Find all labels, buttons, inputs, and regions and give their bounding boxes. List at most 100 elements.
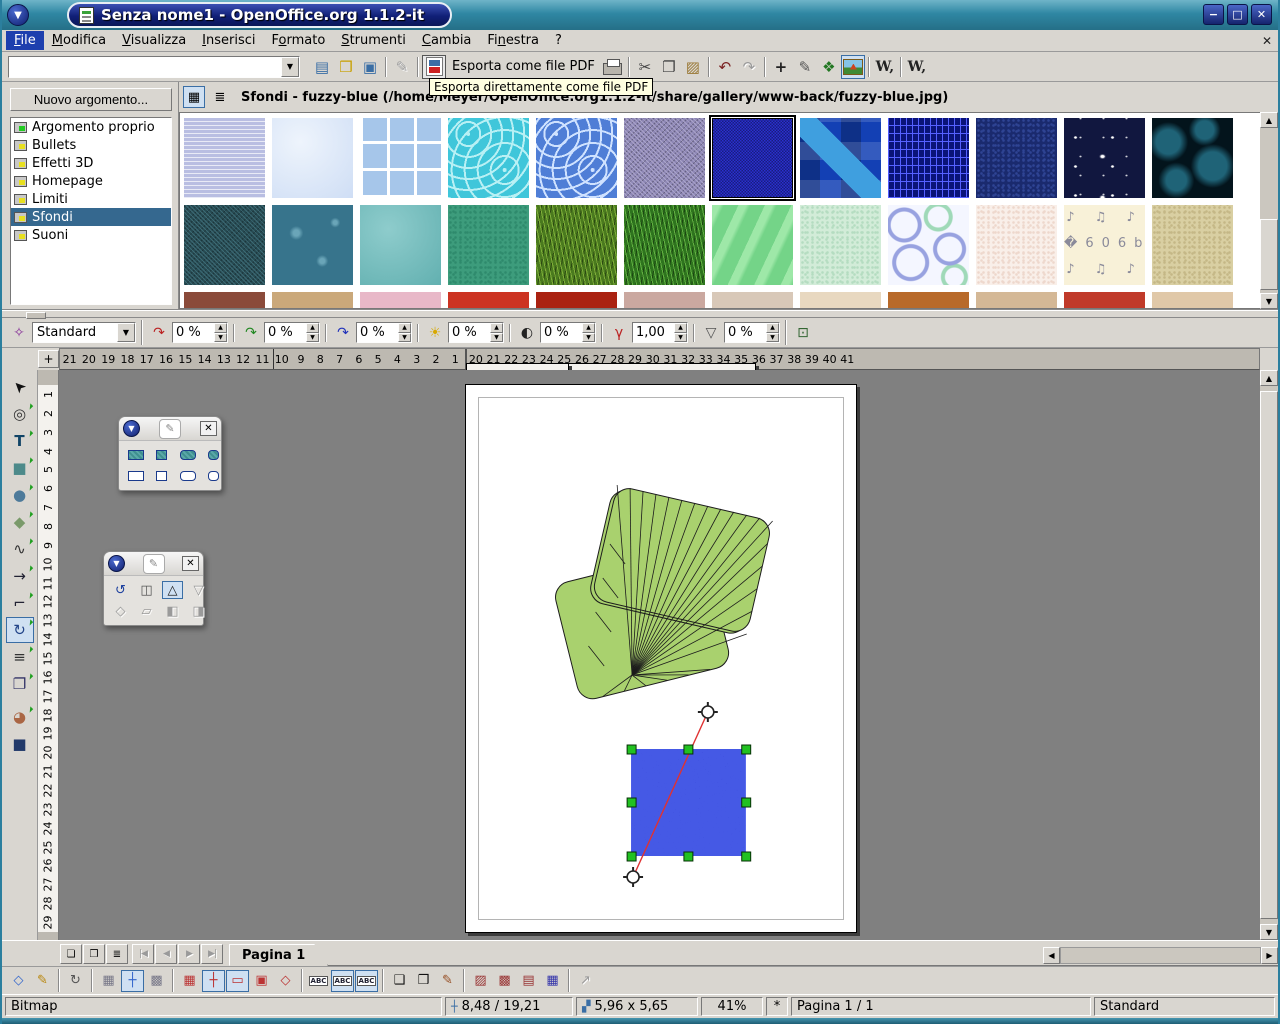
zoom-tool[interactable]: ◎ — [6, 401, 34, 427]
thumbnail-blue-blocks[interactable] — [800, 118, 881, 198]
green-adjust-spinner[interactable]: 0 %▲▼ — [264, 322, 320, 343]
snap-to-margins[interactable]: ▭ — [226, 970, 249, 992]
new-document-icon[interactable]: ▤ — [310, 55, 334, 79]
thumbnail-grass-fine[interactable] — [624, 205, 705, 285]
canvas-scroll-thumb[interactable] — [1260, 391, 1278, 918]
scroll-down-icon[interactable]: ▼ — [1260, 293, 1278, 309]
url-input[interactable] — [9, 57, 281, 77]
selection-handle[interactable] — [627, 798, 636, 807]
thumbnail-navy-speckle[interactable] — [976, 118, 1057, 198]
maximize-button[interactable]: □ — [1227, 4, 1248, 25]
menu-inserisci[interactable]: Inserisci — [194, 31, 263, 50]
previous-page-button[interactable]: ◀ — [155, 944, 177, 964]
list-view-button[interactable]: ≣ — [209, 86, 231, 108]
thumbnail-row3-11[interactable] — [1152, 292, 1233, 309]
selection-handle[interactable] — [627, 852, 636, 861]
menu-strumenti[interactable]: Strumenti — [333, 31, 414, 50]
minimize-button[interactable]: − — [1203, 4, 1224, 25]
rotate-button[interactable]: ↺ — [110, 581, 131, 599]
spin-down-icon[interactable]: ▼ — [214, 333, 227, 343]
thumbnail-water-cyan[interactable] — [448, 118, 529, 198]
effects-floating-toolbar[interactable]: ▼ ✎ ✕ ↺◫△▽◇▱◧◨ — [103, 551, 204, 626]
connector-tool[interactable]: ⌐ — [6, 590, 34, 616]
ruler-origin-button[interactable]: + — [38, 350, 59, 368]
gallery-icon[interactable] — [841, 55, 865, 79]
show-guides[interactable]: ┼ — [121, 970, 144, 992]
scroll-up-icon[interactable]: ▲ — [1260, 370, 1278, 386]
flip-button[interactable]: ◫ — [136, 581, 157, 599]
status-zoom[interactable]: 41% — [701, 997, 763, 1016]
thumbnail-row3-10[interactable] — [1064, 292, 1145, 309]
copy-icon[interactable]: ❐ — [657, 55, 681, 79]
thumbnail-blue-tiles[interactable] — [360, 118, 441, 198]
gallery-theme-argomento-proprio[interactable]: Argomento proprio — [11, 118, 171, 136]
snap-to-grid[interactable]: ▦ — [178, 970, 201, 992]
scroll-left-icon[interactable]: ◀ — [1043, 947, 1060, 964]
spin-down-icon[interactable]: ▼ — [582, 333, 595, 343]
outline-square-button[interactable] — [151, 467, 172, 485]
layer-mode-button[interactable]: ≣ — [106, 944, 128, 964]
effects-tool[interactable]: ↻ — [6, 617, 34, 643]
scroll-up-icon[interactable]: ▲ — [1260, 112, 1278, 128]
modify-with-attributes[interactable]: ❑ — [388, 970, 411, 992]
edit-file-icon[interactable]: ✎ — [390, 55, 414, 79]
last-page-button[interactable]: ▶| — [201, 944, 223, 964]
page-tab[interactable]: Pagina 1 — [229, 944, 328, 966]
thumbnail-row3-8[interactable] — [888, 292, 969, 309]
controller-3d-tool[interactable]: ■ — [6, 731, 34, 757]
menu-file[interactable]: File — [6, 31, 44, 50]
blue-adjust-spinner[interactable]: 0 %▲▼ — [356, 322, 412, 343]
hyperlink-icon[interactable]: ❖ — [817, 55, 841, 79]
outline-rounded-square-button[interactable] — [203, 467, 224, 485]
axis-endpoint[interactable] — [623, 867, 643, 887]
graphics-mode-combobox[interactable]: Standard ▼ — [32, 322, 136, 343]
gallery-scroll-thumb[interactable] — [1260, 219, 1278, 290]
gallery-splitter[interactable] — [2, 310, 1278, 318]
gallery-theme-homepage[interactable]: Homepage — [11, 172, 171, 190]
menu-visualizza[interactable]: Visualizza — [114, 31, 194, 50]
thumbnail-peach-speckle[interactable] — [976, 205, 1057, 285]
selection-handle[interactable] — [684, 745, 693, 754]
mode-dropdown-icon[interactable]: ▼ — [117, 323, 135, 342]
picture-placeholder[interactable]: ▨ — [469, 970, 492, 992]
word-doc-1-icon[interactable]: W, — [873, 55, 897, 79]
glue-points-icon[interactable]: ✎ — [793, 55, 817, 79]
title-bar[interactable]: ▼ Senza nome1 - OpenOffice.org 1.1.2-it … — [2, 0, 1278, 30]
outline-rectangle-button[interactable] — [125, 467, 146, 485]
toolbar-menu-icon[interactable]: ▼ — [108, 555, 125, 572]
detach-icon[interactable]: ✎ — [143, 554, 165, 574]
select-tool[interactable]: ➤ — [6, 374, 34, 400]
thumbnail-soft-blue[interactable] — [272, 118, 353, 198]
print-icon[interactable] — [601, 55, 625, 79]
thumbnail-teal-smooth[interactable] — [360, 205, 441, 285]
canvas-horizontal-scrollbar[interactable]: ◀ ▶ — [1043, 947, 1278, 964]
snap-to-border[interactable]: ▣ — [250, 970, 273, 992]
snap-to-points[interactable]: ◇ — [274, 970, 297, 992]
menu-formato[interactable]: Formato — [264, 31, 334, 50]
edit-points-mode[interactable]: ◇ — [7, 970, 30, 992]
thumbnail-rings-pastel[interactable] — [888, 205, 969, 285]
thumbnail-row3-2[interactable] — [360, 292, 441, 309]
lines-arrows-tool[interactable]: → — [6, 563, 34, 589]
filled-rounded-rectangle-button[interactable] — [177, 446, 198, 464]
thumbnail-fuzzy-blue[interactable] — [712, 118, 793, 198]
export-pdf-icon[interactable] — [422, 55, 446, 79]
text-tool[interactable]: T — [6, 428, 34, 454]
thumbnail-dark-blobs[interactable] — [1152, 118, 1233, 198]
thumbnail-grass-dark[interactable] — [536, 205, 617, 285]
objects-3d-tool[interactable]: ◆ — [6, 509, 34, 535]
scroll-right-icon[interactable]: ▶ — [1261, 947, 1278, 964]
thumbnail-paper-lavender[interactable] — [184, 118, 265, 198]
open-document-icon[interactable]: ❒ — [334, 55, 358, 79]
transparency-spinner[interactable]: 0 %▲▼ — [724, 322, 780, 343]
toolbar-menu-icon[interactable]: ▼ — [123, 420, 140, 437]
close-toolbar-icon[interactable]: ✕ — [182, 556, 199, 571]
thumbnail-water-blue[interactable] — [536, 118, 617, 198]
selection-handle[interactable] — [684, 852, 693, 861]
save-document-icon[interactable]: ▣ — [358, 55, 382, 79]
placeholder-frame[interactable]: ❒ — [412, 970, 435, 992]
rotation-mode[interactable]: ↻ — [64, 970, 87, 992]
new-theme-button[interactable]: Nuovo argomento... — [10, 88, 172, 111]
object-placeholder[interactable]: ▦ — [541, 970, 564, 992]
rectangle-tool[interactable]: ■ — [6, 455, 34, 481]
